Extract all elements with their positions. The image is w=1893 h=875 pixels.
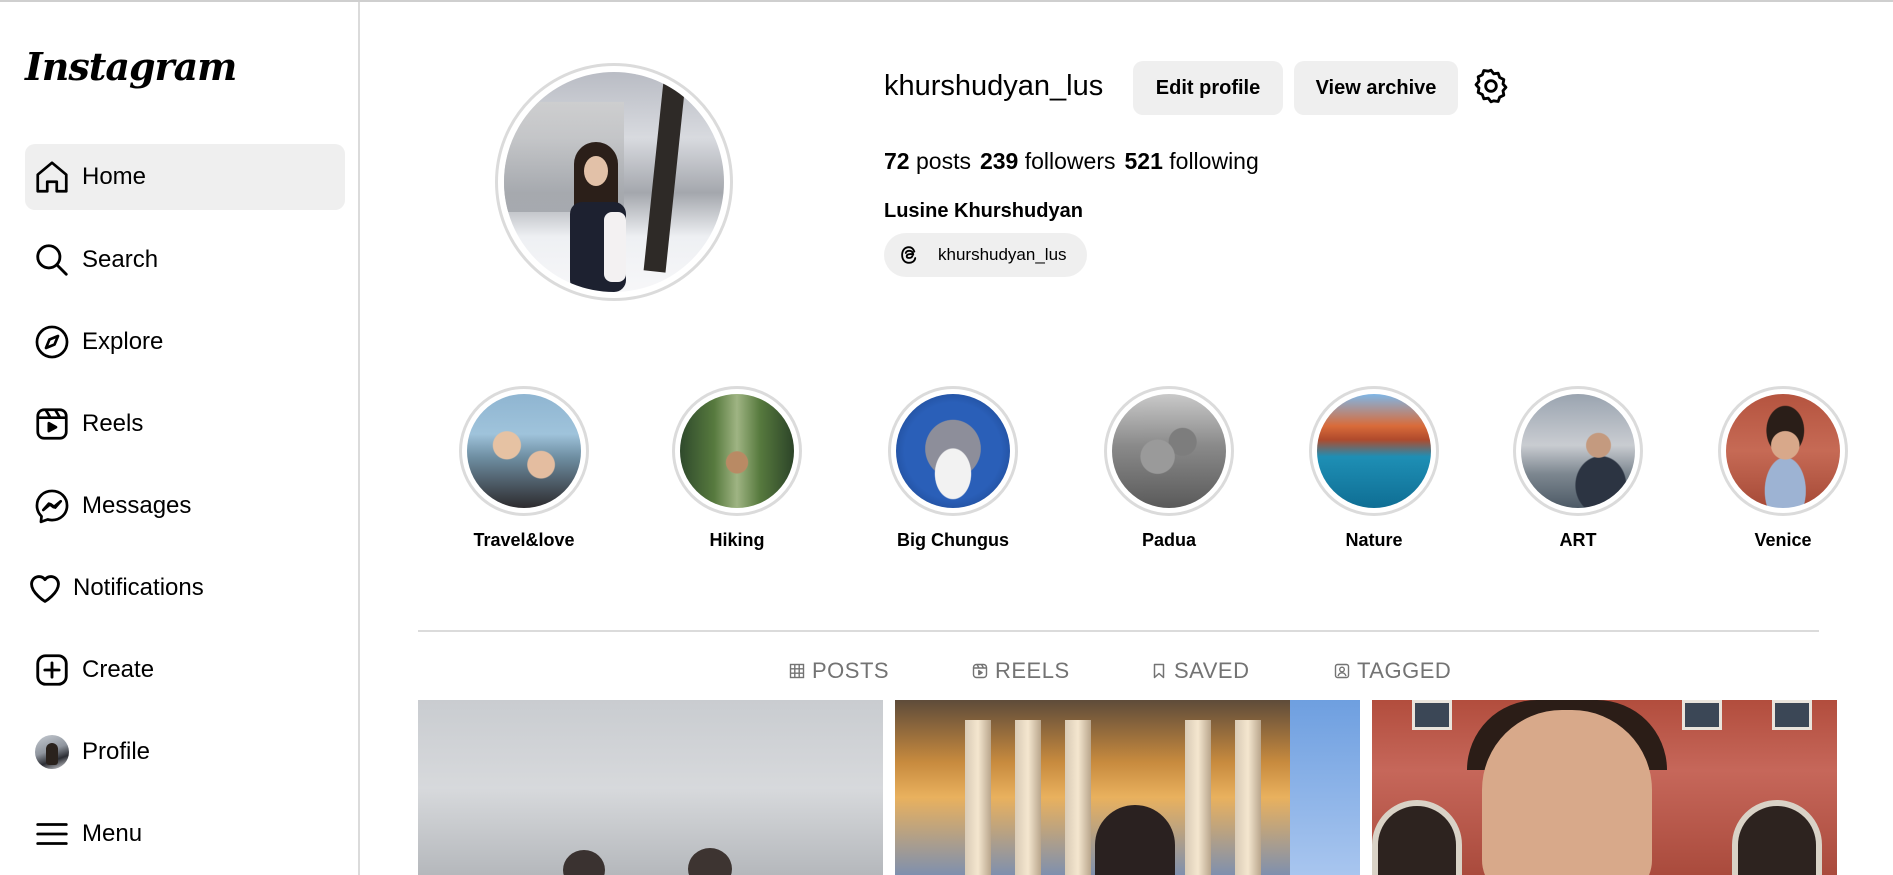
- highlight-travel-love[interactable]: Travel&love: [454, 386, 594, 551]
- reels-icon: [32, 404, 72, 444]
- reels-icon: [972, 663, 988, 679]
- tab-label: TAGGED: [1357, 658, 1452, 683]
- tag-user-icon: [1334, 663, 1350, 679]
- profile-stats: 72 posts 239 followers 521 following: [884, 148, 1268, 175]
- highlight-cover: [1112, 394, 1226, 508]
- sidebar-item-explore[interactable]: Explore: [25, 309, 345, 375]
- followers-label: followers: [1024, 148, 1116, 174]
- sidebar-item-label: Notifications: [73, 574, 204, 601]
- sidebar-item-label: Messages: [82, 492, 192, 519]
- highlight-big-chungus[interactable]: Big Chungus: [883, 386, 1023, 551]
- followers-count: 239: [979, 148, 1019, 174]
- sidebar-item-menu[interactable]: Menu: [25, 801, 345, 867]
- sidebar-item-create[interactable]: Create: [25, 637, 345, 703]
- home-icon: [32, 157, 72, 197]
- hamburger-icon: [32, 814, 72, 854]
- threads-icon: [898, 244, 920, 266]
- messenger-icon: [32, 486, 72, 526]
- sidebar-item-reels[interactable]: Reels: [25, 391, 345, 457]
- compass-icon: [32, 322, 72, 362]
- grid-icon: [789, 663, 805, 679]
- profile-photo: [504, 72, 724, 292]
- post-thumbnail[interactable]: [895, 700, 1360, 875]
- highlight-cover: [680, 394, 794, 508]
- sidebar-item-messages[interactable]: Messages: [25, 473, 345, 539]
- highlight-cover: [467, 394, 581, 508]
- avatar: [35, 735, 69, 769]
- highlight-label: Padua: [1141, 530, 1197, 550]
- tab-posts[interactable]: POSTS: [789, 657, 889, 685]
- sidebar: Instagram Home Search Explore Reels Mess…: [0, 2, 360, 875]
- threads-link[interactable]: khurshudyan_lus: [884, 233, 1087, 277]
- sidebar-item-label: Menu: [82, 820, 143, 847]
- bookmark-icon: [1153, 663, 1165, 679]
- highlight-padua[interactable]: Padua: [1099, 386, 1239, 551]
- following-stat[interactable]: 521 following: [1125, 148, 1259, 175]
- highlight-hiking[interactable]: Hiking: [667, 386, 807, 551]
- search-icon: [32, 240, 72, 280]
- posts-count: 72: [884, 148, 910, 174]
- sidebar-item-search[interactable]: Search: [25, 227, 345, 293]
- following-label: following: [1169, 148, 1259, 174]
- sidebar-item-profile[interactable]: Profile: [25, 719, 345, 785]
- sidebar-item-label: Explore: [82, 328, 164, 355]
- profile-main: khurshudyan_lus Edit profile View archiv…: [362, 2, 1893, 875]
- highlight-label: Nature: [1345, 530, 1403, 550]
- highlight-art[interactable]: ART: [1508, 386, 1648, 551]
- avatar-wrapper: [32, 732, 72, 772]
- post-thumbnail[interactable]: [1372, 700, 1837, 875]
- sidebar-item-home[interactable]: Home: [25, 144, 345, 210]
- heart-icon: [25, 568, 65, 608]
- tab-label: POSTS: [812, 658, 890, 683]
- sidebar-item-label: Home: [82, 163, 147, 190]
- profile-avatar[interactable]: [495, 63, 733, 301]
- tab-label: SAVED: [1174, 658, 1250, 683]
- highlight-cover: [1317, 394, 1431, 508]
- profile-username: khurshudyan_lus: [884, 70, 1104, 102]
- instagram-logo[interactable]: Instagram: [25, 44, 237, 89]
- sidebar-item-notifications[interactable]: Notifications: [25, 555, 345, 621]
- highlight-cover: [896, 394, 1010, 508]
- tab-tagged[interactable]: TAGGED: [1334, 657, 1451, 685]
- gear-icon[interactable]: [1471, 66, 1511, 106]
- tabs-divider: [418, 630, 1819, 632]
- threads-handle: khurshudyan_lus: [938, 245, 1067, 264]
- tab-label: REELS: [995, 658, 1070, 683]
- view-archive-button[interactable]: View archive: [1294, 61, 1458, 115]
- post-thumbnail[interactable]: [418, 700, 883, 875]
- highlight-label: Venice: [1754, 530, 1812, 550]
- highlight-label: Big Chungus: [897, 530, 1009, 550]
- plus-square-icon: [32, 650, 72, 690]
- highlight-label: ART: [1559, 530, 1597, 550]
- sidebar-item-label: Profile: [82, 738, 151, 765]
- profile-full-name: Lusine Khurshudyan: [884, 200, 1083, 222]
- following-count: 521: [1124, 148, 1163, 174]
- sidebar-item-label: Reels: [82, 410, 144, 437]
- tab-reels[interactable]: REELS: [972, 657, 1070, 685]
- highlight-label: Travel&love: [473, 530, 575, 550]
- followers-stat[interactable]: 239 followers: [980, 148, 1116, 175]
- highlight-nature[interactable]: Nature: [1304, 386, 1444, 551]
- sidebar-item-label: Search: [82, 246, 159, 273]
- posts-stat: 72 posts: [884, 148, 971, 175]
- highlight-cover: [1521, 394, 1635, 508]
- edit-profile-button[interactable]: Edit profile: [1133, 61, 1283, 115]
- sidebar-item-label: Create: [82, 656, 155, 683]
- highlight-venice[interactable]: Venice: [1713, 386, 1853, 551]
- posts-label: posts: [915, 148, 971, 174]
- highlight-cover: [1726, 394, 1840, 508]
- highlight-label: Hiking: [709, 530, 765, 550]
- tab-saved[interactable]: SAVED: [1151, 657, 1249, 685]
